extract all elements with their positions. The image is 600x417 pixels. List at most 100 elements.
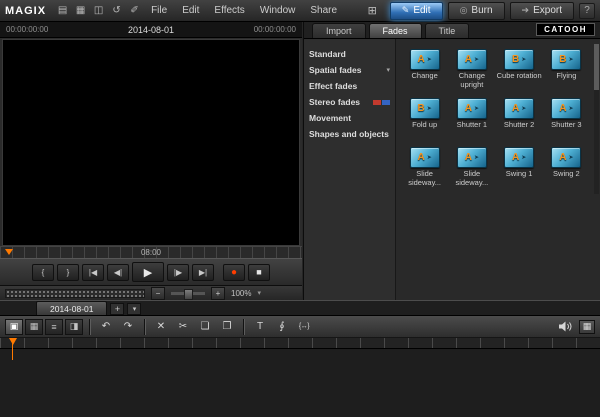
fade-item-flying[interactable]: B➤ Flying [543, 49, 590, 89]
overview-mode-button[interactable]: ≡ [45, 319, 63, 335]
fade-item-slide-sideways-1[interactable]: A➤ Slide sideway... [401, 147, 448, 187]
timeline-tracks[interactable] [0, 348, 600, 417]
transition-arrow-icon: ➤ [568, 154, 573, 161]
fade-thumb: A➤ [410, 147, 440, 168]
playhead-line[interactable] [12, 338, 13, 360]
monitor-title: 2014-08-01 [128, 25, 174, 35]
zoom-slider-handle[interactable] [184, 289, 193, 300]
jog-shuttle-strip[interactable] [5, 289, 145, 298]
category-stereo-fades[interactable]: Stereo fades [304, 94, 395, 110]
fade-item-shutter-1[interactable]: A➤ Shutter 1 [448, 98, 495, 138]
redo-button[interactable]: ↷ [118, 319, 138, 335]
multicam-mode-button[interactable]: ◨ [65, 319, 83, 335]
add-project-tab-button[interactable]: + [110, 303, 124, 315]
new-project-icon[interactable]: ▤ [56, 5, 69, 16]
transition-arrow-icon: ➤ [521, 154, 526, 161]
undo-button[interactable]: ↶ [96, 319, 116, 335]
burn-mode-button[interactable]: ◎ Burn [448, 2, 505, 20]
attach-object-button[interactable]: ∮ [272, 319, 292, 335]
next-frame-button[interactable]: |▶ [167, 264, 189, 281]
save-project-icon[interactable]: ◫ [92, 5, 105, 16]
catooh-logo[interactable]: CATOOH [536, 23, 595, 36]
transport-controls: { } |◀ ◀| ▶ |▶ ▶| ● ■ [0, 258, 302, 285]
fade-label: Change upright [449, 72, 495, 89]
menu-effects[interactable]: Effects [209, 5, 249, 16]
record-button[interactable]: ● [223, 264, 245, 281]
project-tab[interactable]: 2014-08-01 [36, 301, 107, 315]
panel-scrollbar-thumb[interactable] [594, 44, 599, 90]
project-tab-row: 2014-08-01 + ▾ [0, 301, 600, 315]
category-label: Movement [309, 113, 351, 123]
category-shapes-and-objects[interactable]: Shapes and objects [304, 126, 395, 142]
zoom-caret-icon[interactable]: ▾ [257, 289, 261, 297]
fade-item-cube-rotation[interactable]: B➤ Cube rotation [496, 49, 543, 89]
timeline-mode-button[interactable]: ▣ [5, 319, 23, 335]
category-effect-fades[interactable]: Effect fades [304, 78, 395, 94]
fade-thumb: B➤ [504, 49, 534, 70]
tab-title[interactable]: Title [425, 23, 470, 38]
title-text-button[interactable]: T [250, 319, 270, 335]
category-label: Effect fades [309, 81, 357, 91]
zoom-level[interactable]: 100% [231, 289, 251, 298]
monitor-scrub-row: − + 100% ▾ [0, 285, 302, 300]
stop-button[interactable]: ■ [248, 264, 270, 281]
zoom-out-button[interactable]: − [151, 287, 165, 300]
category-standard[interactable]: Standard [304, 46, 395, 62]
prev-frame-button[interactable]: ◀| [107, 264, 129, 281]
menu-share[interactable]: Share [305, 5, 342, 16]
grid-snap-button[interactable]: ▦ [579, 320, 595, 334]
storyboard-mode-button[interactable]: ▦ [25, 319, 43, 335]
mark-out-button[interactable]: } [57, 264, 79, 281]
fade-label: Flying [556, 72, 576, 89]
tab-fades[interactable]: Fades [369, 23, 422, 38]
transition-arrow-icon: ➤ [427, 105, 432, 112]
edit-mode-button[interactable]: ✎ Edit [390, 2, 443, 20]
fade-item-change[interactable]: A➤ Change [401, 49, 448, 89]
preview-monitor: 00:00:00:00 2014-08-01 00:00:00:00 08:00… [0, 22, 302, 300]
jump-start-button[interactable]: |◀ [82, 264, 104, 281]
panel-scrollbar[interactable] [594, 44, 599, 194]
open-project-icon[interactable]: ▦ [74, 5, 87, 16]
menu-edit[interactable]: Edit [177, 5, 204, 16]
delete-button[interactable]: ✕ [151, 319, 171, 335]
fade-item-change-upright[interactable]: A➤ Change upright [448, 49, 495, 89]
split-scissors-button[interactable]: ✂ [173, 319, 193, 335]
export-mode-button[interactable]: ➔ Export [510, 2, 574, 20]
edit-pen-icon[interactable]: ✐ [128, 5, 141, 16]
timeline-ruler[interactable] [0, 337, 600, 348]
jump-end-button[interactable]: ▶| [192, 264, 214, 281]
category-label: Standard [309, 49, 346, 59]
zoom-in-button[interactable]: + [211, 287, 225, 300]
toolbar-right-cluster: ▦ [559, 320, 595, 334]
media-pool-panel: Import Fades Title CATOOH Standard Spati… [303, 22, 600, 300]
keyframe-button[interactable]: {↔} [294, 319, 314, 335]
fade-item-slide-sideways-2[interactable]: A➤ Slide sideway... [448, 147, 495, 187]
play-button[interactable]: ▶ [132, 262, 164, 282]
fade-thumb: A➤ [504, 147, 534, 168]
copy-button[interactable]: ❏ [195, 319, 215, 335]
video-preview-area [2, 39, 300, 246]
category-spatial-fades[interactable]: Spatial fades ▾ [304, 62, 395, 78]
speaker-icon[interactable] [559, 321, 573, 332]
fade-thumb: A➤ [457, 98, 487, 119]
restore-icon[interactable]: ↺ [110, 5, 123, 16]
playhead-marker-icon[interactable] [9, 338, 17, 345]
tab-list-caret-icon[interactable]: ▾ [127, 303, 141, 315]
paste-button[interactable]: ❐ [217, 319, 237, 335]
fade-item-shutter-3[interactable]: A➤ Shutter 3 [543, 98, 590, 138]
zoom-slider[interactable] [171, 292, 205, 295]
fade-item-fold-up[interactable]: B➤ Fold up [401, 98, 448, 138]
fade-label: Slide sideway... [449, 170, 495, 187]
menu-window[interactable]: Window [255, 5, 301, 16]
burn-mode-icon: ◎ [460, 5, 468, 16]
help-icon[interactable]: ? [579, 3, 595, 19]
mark-in-button[interactable]: { [32, 264, 54, 281]
screen-layout-icon[interactable]: ⊞ [368, 4, 377, 17]
tab-import[interactable]: Import [312, 23, 366, 38]
fade-thumb: A➤ [504, 98, 534, 119]
category-movement[interactable]: Movement [304, 110, 395, 126]
menu-file[interactable]: File [146, 5, 172, 16]
fade-item-shutter-2[interactable]: A➤ Shutter 2 [496, 98, 543, 138]
fade-item-swing-1[interactable]: A➤ Swing 1 [496, 147, 543, 187]
fade-item-swing-2[interactable]: A➤ Swing 2 [543, 147, 590, 187]
